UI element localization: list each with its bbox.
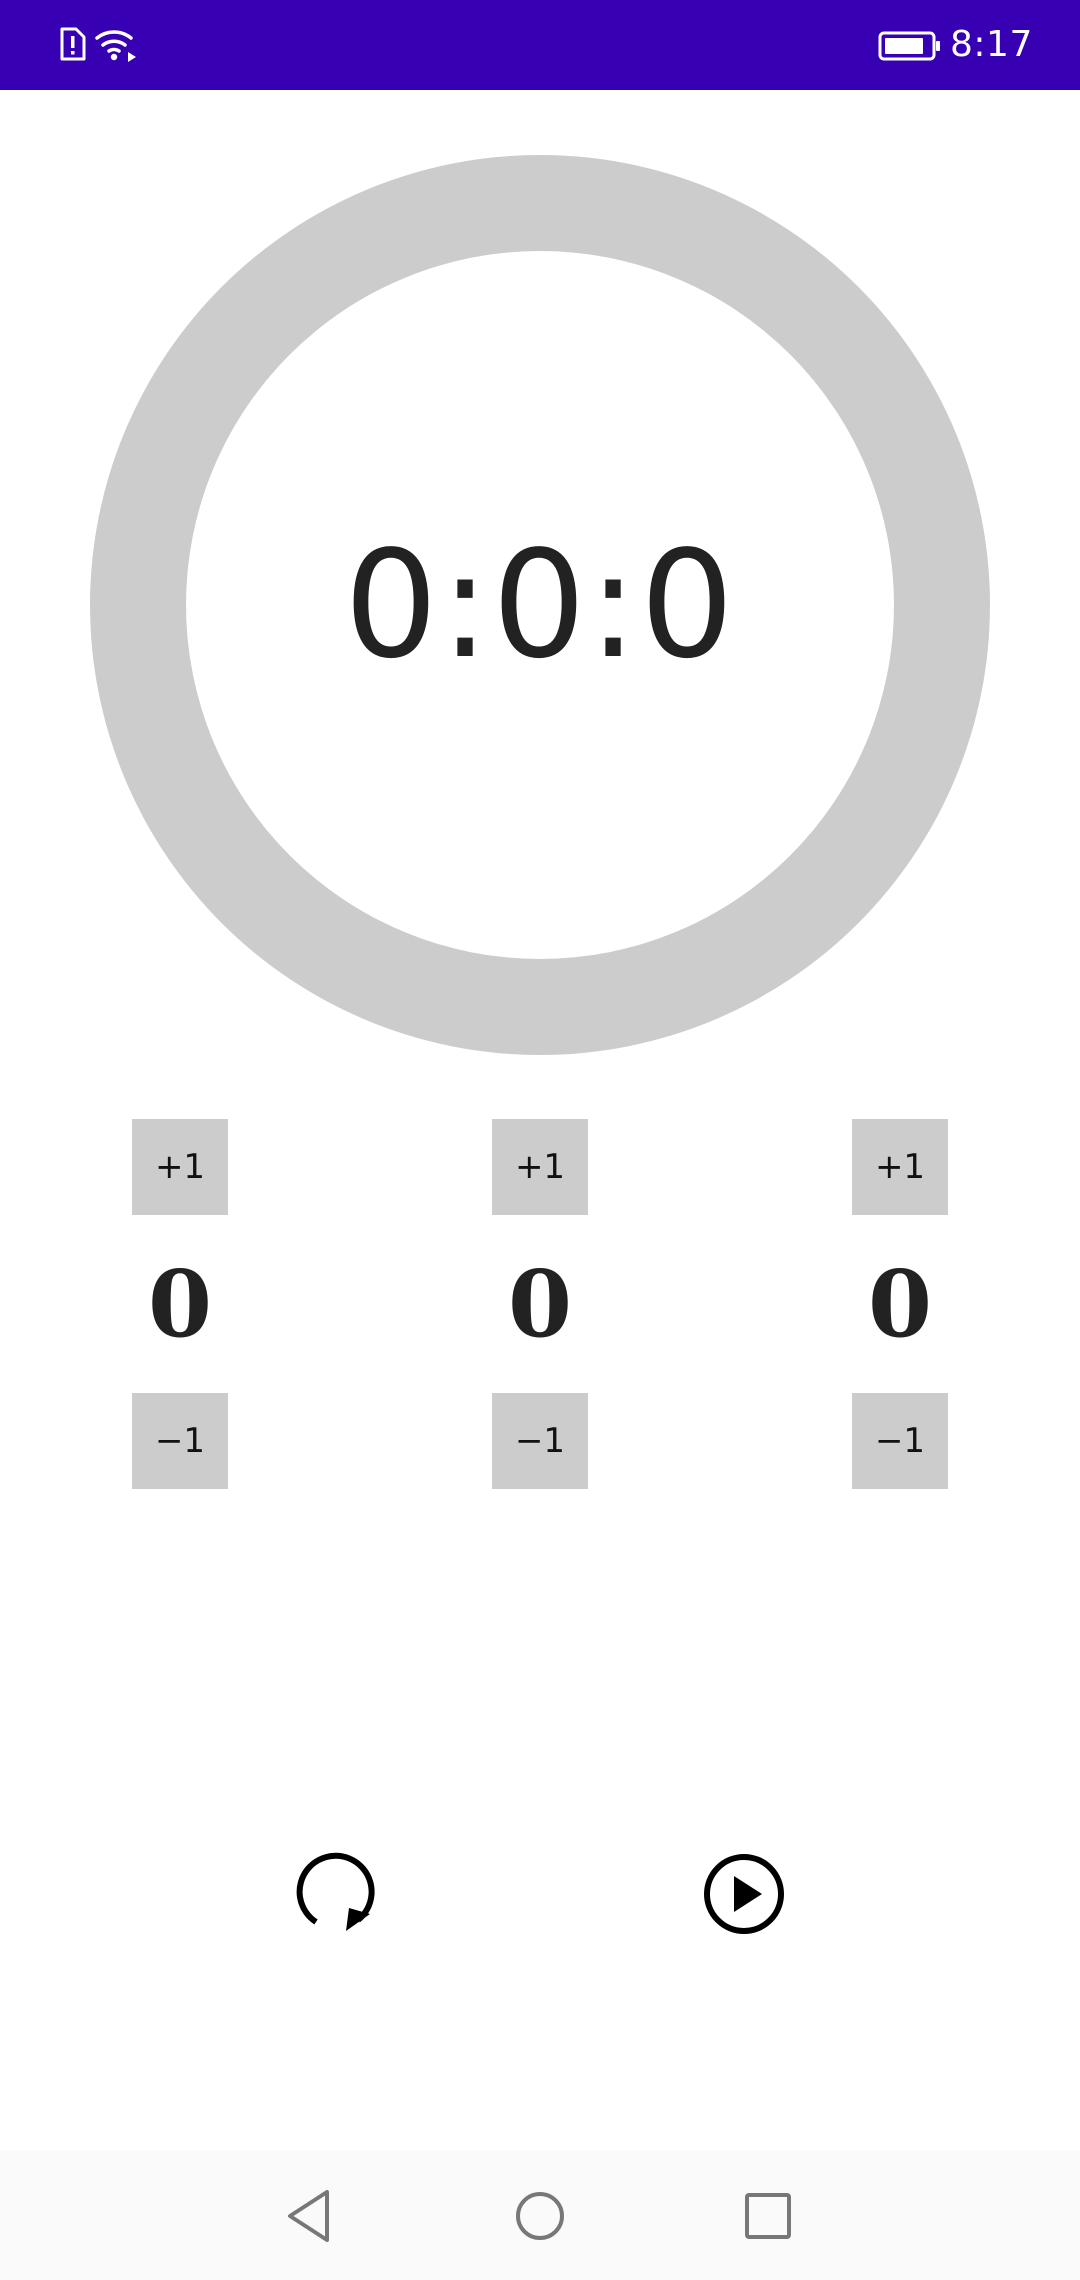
status-bar: 8:17 [0,0,1080,90]
nav-recents-button[interactable] [738,2186,798,2246]
navigation-bar [0,2150,1080,2280]
play-icon [704,1854,784,1934]
sim-alert-icon [60,27,86,61]
status-time: 8:17 [950,24,1033,65]
increment-button-3[interactable]: +1 [852,1119,948,1215]
recents-icon [745,2193,791,2239]
increment-button-1[interactable]: +1 [132,1119,228,1215]
nav-back-button[interactable] [280,2186,340,2246]
timer-ring: 0:0:0 [90,155,990,1055]
counter-value-2: 0 [507,1250,572,1358]
counter-column-2: +1 0 −1 [492,1119,588,1489]
counter-column-3: +1 0 −1 [852,1119,948,1489]
timer-ring-inner: 0:0:0 [186,251,894,959]
nav-home-button[interactable] [510,2186,570,2246]
counter-column-1: +1 0 −1 [132,1119,228,1489]
reset-button[interactable] [294,1852,378,1936]
play-button[interactable] [702,1852,786,1936]
counter-value-1: 0 [147,1250,212,1358]
decrement-button-3[interactable]: −1 [852,1393,948,1489]
reset-icon [296,1852,375,1931]
decrement-button-2[interactable]: −1 [492,1393,588,1489]
counter-value-3: 0 [867,1250,932,1358]
battery-icon [878,31,940,61]
increment-button-2[interactable]: +1 [492,1119,588,1215]
decrement-button-1[interactable]: −1 [132,1393,228,1489]
home-icon [516,2192,564,2240]
wifi-icon [95,30,136,62]
timer-display: 0:0:0 [343,519,737,691]
back-icon [288,2190,329,2242]
